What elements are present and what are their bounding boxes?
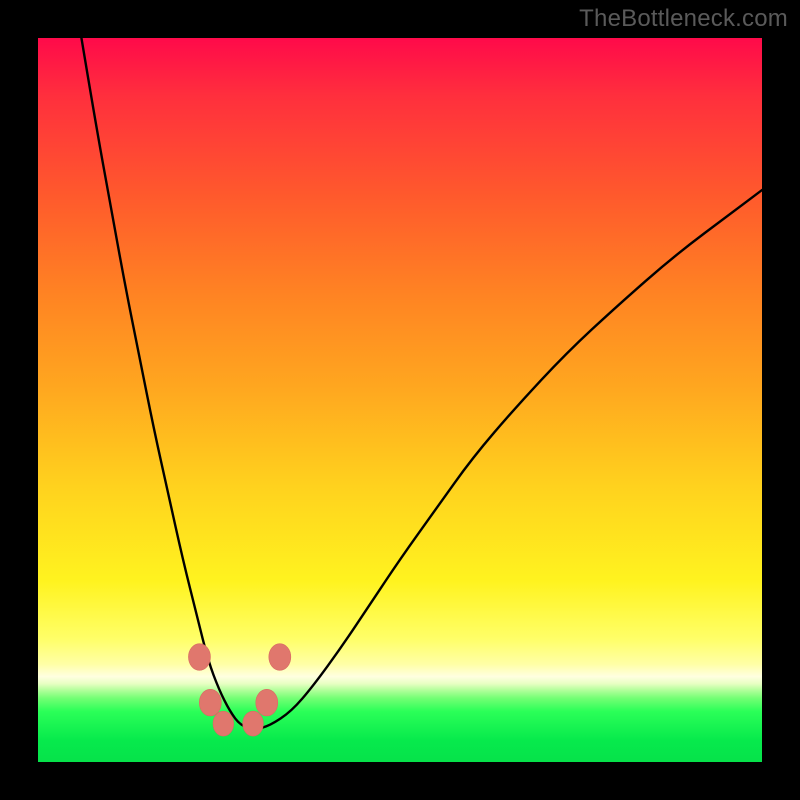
curve-marker (243, 711, 264, 736)
bottleneck-curve (81, 38, 762, 729)
watermark-text: TheBottleneck.com (579, 5, 788, 33)
curve-marker (213, 711, 234, 736)
curve-marker (269, 644, 291, 671)
curve-marker (199, 689, 221, 716)
plot-area (38, 38, 762, 762)
chart-container: TheBottleneck.com (0, 0, 800, 800)
curve-layer (38, 38, 762, 762)
curve-marker (188, 644, 210, 671)
curve-marker (256, 689, 278, 716)
